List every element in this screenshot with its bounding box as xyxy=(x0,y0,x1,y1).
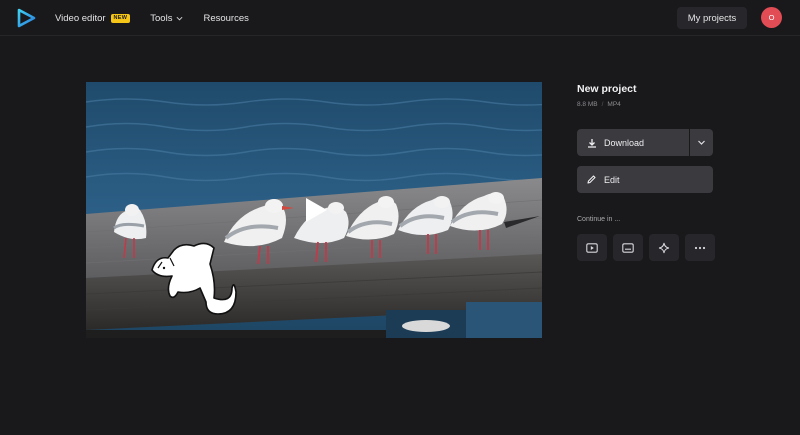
file-size: 8.8 MB xyxy=(577,101,598,108)
avatar[interactable]: O xyxy=(761,7,782,28)
download-icon xyxy=(588,138,596,148)
pencil-icon xyxy=(587,175,596,184)
continue-in-label: Continue in ... xyxy=(577,216,621,223)
nav-video-editor-label: Video editor xyxy=(55,12,106,24)
top-bar: Video editor NEW Tools Resources My proj… xyxy=(0,0,800,36)
sparkle-icon xyxy=(658,242,670,253)
play-icon[interactable] xyxy=(304,197,328,223)
continue-subtitles-button[interactable] xyxy=(613,234,643,261)
download-group: Download xyxy=(577,129,713,156)
download-label: Download xyxy=(604,137,645,148)
project-meta: 8.8 MB / MP4 xyxy=(577,101,713,108)
more-icon xyxy=(694,246,706,249)
nav-resources-label: Resources xyxy=(203,12,249,24)
meta-separator: / xyxy=(601,101,604,108)
nav-tools[interactable]: Tools xyxy=(150,13,183,24)
logo-icon[interactable] xyxy=(16,8,36,28)
continue-effects-button[interactable] xyxy=(649,234,679,261)
file-format: MP4 xyxy=(607,101,621,108)
project-panel: New project 8.8 MB / MP4 Download Edit C… xyxy=(577,82,715,261)
more-options-button[interactable] xyxy=(685,234,715,261)
continue-in-buttons xyxy=(577,234,715,261)
continue-video-player-button[interactable] xyxy=(577,234,607,261)
subtitles-icon xyxy=(622,242,634,253)
nav-tools-label: Tools xyxy=(150,12,173,24)
nav-resources[interactable]: Resources xyxy=(203,13,248,24)
edit-button[interactable]: Edit xyxy=(577,166,713,193)
video-preview[interactable] xyxy=(86,82,542,338)
download-button[interactable]: Download xyxy=(577,129,689,156)
video-player-icon xyxy=(586,242,598,253)
chevron-down-icon xyxy=(176,16,183,20)
project-title: New project xyxy=(577,83,637,95)
main-nav: Video editor NEW Tools Resources xyxy=(55,0,269,36)
chevron-down-icon xyxy=(698,140,705,145)
new-badge: NEW xyxy=(110,13,131,23)
my-projects-button[interactable]: My projects xyxy=(677,7,747,29)
edit-label: Edit xyxy=(604,174,620,185)
download-options-button[interactable] xyxy=(690,129,713,156)
nav-video-editor[interactable]: Video editor NEW xyxy=(55,12,131,24)
